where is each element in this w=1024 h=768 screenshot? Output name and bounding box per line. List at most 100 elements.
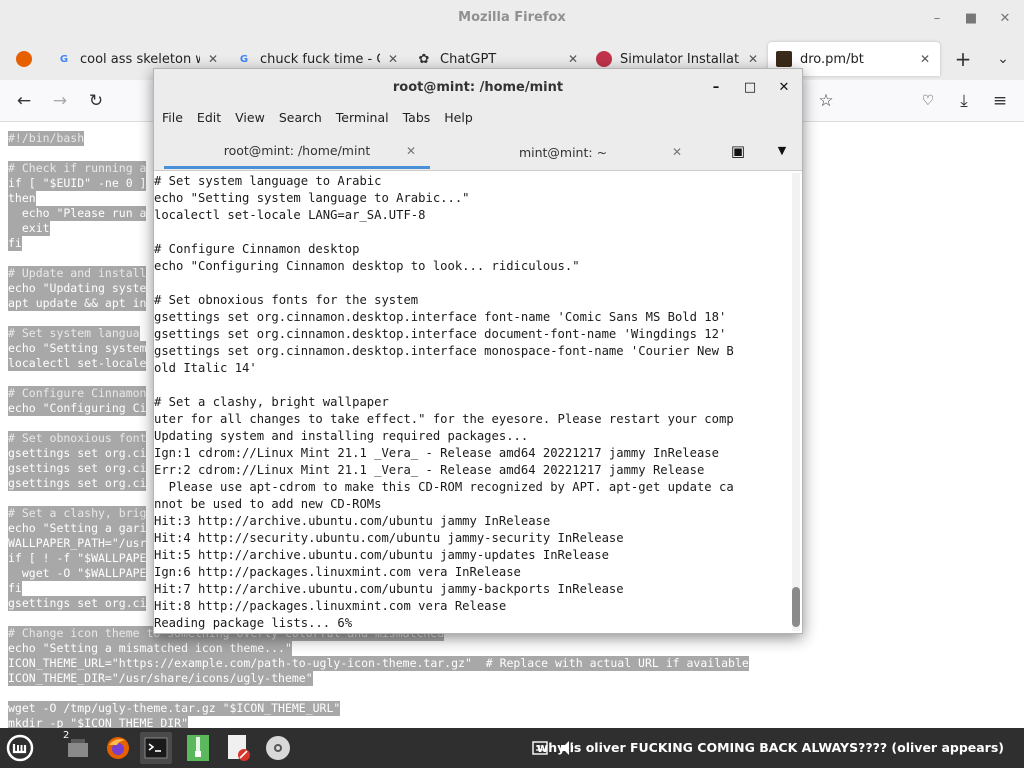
taskbar-disc[interactable] — [262, 732, 294, 764]
page-code-line: echo "Setting a mismatched icon theme...… — [8, 641, 292, 656]
tab-close-icon[interactable]: ✕ — [746, 52, 760, 66]
new-terminal-tab-icon[interactable]: ▣ — [728, 141, 748, 161]
page-code-line: fi — [8, 236, 22, 251]
terminal-tab-mint[interactable]: mint@mint: ~ ✕ — [430, 135, 696, 169]
terminal-tab-root[interactable]: root@mint: /home/mint ✕ — [164, 135, 430, 169]
archive-icon — [187, 735, 209, 761]
terminal-line: localectl set-locale LANG=ar_SA.UTF-8 — [154, 208, 426, 222]
mint-menu-button[interactable] — [4, 732, 36, 764]
tab-close-icon[interactable]: ✕ — [386, 52, 400, 66]
terminal-close-button[interactable]: ✕ — [774, 78, 794, 98]
taskbar-archive-manager[interactable] — [182, 732, 214, 764]
terminal-favicon-icon — [776, 51, 792, 67]
terminal-tab-label: root@mint: /home/mint — [223, 143, 371, 158]
terminal-line: Hit:8 http://packages.linuxmint.com vera… — [154, 599, 507, 613]
page-code-line: echo "Configuring Ci — [8, 401, 147, 416]
page-code-line: localectl set-locale — [8, 356, 147, 371]
page-code-line: # Set system langua — [8, 326, 140, 341]
menu-view[interactable]: View — [235, 107, 273, 131]
page-code-line: mkdir -p "$ICON_THEME_DIR" — [8, 716, 189, 728]
terminal-line: gsettings set org.cinnamon.desktop.inter… — [154, 327, 727, 341]
terminal-scrollbar-thumb[interactable] — [792, 587, 800, 627]
terminal-line: Ign:1 cdrom://Linux Mint 21.1 _Vera_ - R… — [154, 446, 719, 460]
firefox-close-button[interactable]: ✕ — [994, 8, 1016, 30]
chatgpt-icon: ✿ — [418, 51, 430, 67]
terminal-line: Hit:5 http://archive.ubuntu.com/ubuntu j… — [154, 548, 609, 562]
terminal-tab-label: mint@mint: ~ — [518, 144, 608, 160]
page-code-line: WALLPAPER_PATH="/usr — [8, 536, 147, 551]
terminal-line: uter for all changes to take effect." fo… — [154, 412, 734, 426]
terminal-output[interactable]: # Set system language to Arabic echo "Set… — [154, 171, 789, 633]
page-code-line: # Update and install — [8, 266, 147, 281]
taskbar-text-editor[interactable] — [222, 732, 254, 764]
terminal-minimize-button[interactable]: – — [706, 78, 726, 98]
firefox-minimize-button[interactable]: – — [926, 8, 948, 30]
page-code-line: gsettings set org.ci — [8, 446, 147, 461]
pocket-icon[interactable]: ♡ — [916, 89, 940, 113]
terminal-line: Err:2 cdrom://Linux Mint 21.1 _Vera_ - R… — [154, 463, 705, 477]
tab-list-dropdown-icon[interactable]: ▼ — [772, 141, 792, 161]
menu-tabs[interactable]: Tabs — [403, 107, 439, 131]
menu-help[interactable]: Help — [444, 107, 481, 131]
firefox-window-title: Mozilla Firefox — [458, 10, 566, 25]
menu-search[interactable]: Search — [279, 107, 330, 131]
menu-edit[interactable]: Edit — [197, 107, 229, 131]
page-code-line: #!/bin/bash — [8, 131, 85, 146]
terminal-line: old Italic 14' — [154, 361, 257, 375]
tab-label: chuck fuck time - Go — [260, 51, 380, 67]
page-code-line: echo "Setting system — [8, 341, 147, 356]
firefox-maximize-button[interactable]: ■ — [960, 8, 982, 30]
page-code-line: # Check if running a — [8, 161, 147, 176]
terminal-line: # Set system language to Arabic — [154, 174, 382, 188]
reload-icon[interactable]: ↻ — [84, 89, 108, 113]
tab-close-icon[interactable]: ✕ — [566, 52, 580, 66]
page-code-line: ICON_THEME_URL="https://example.com/path… — [8, 656, 749, 671]
page-code-line: # Set a clashy, brig — [8, 506, 147, 521]
tab-close-icon[interactable]: ✕ — [918, 52, 932, 66]
terminal-line: echo "Configuring Cinnamon desktop to lo… — [154, 259, 580, 273]
google-icon: G — [239, 53, 249, 65]
terminal-line: Hit:7 http://archive.ubuntu.com/ubuntu j… — [154, 582, 624, 596]
terminal-tab-close-icon[interactable]: ✕ — [406, 144, 416, 158]
terminal-line: # Configure Cinnamon desktop — [154, 242, 360, 256]
menu-terminal[interactable]: Terminal — [336, 107, 397, 131]
forward-arrow-icon[interactable]: → — [48, 89, 72, 113]
new-tab-plus-icon[interactable]: + — [952, 48, 974, 70]
terminal-scrollbar[interactable] — [792, 173, 800, 631]
firefox-icon — [107, 737, 129, 759]
terminal-line: Please use apt-cdrom to make this CD-ROM… — [154, 480, 734, 494]
tab-label: Simulator Installatio — [620, 51, 740, 67]
terminal-window: root@mint: /home/mint – □ ✕ File Edit Vi… — [153, 68, 803, 634]
list-all-tabs-chevron-icon[interactable]: ⌄ — [992, 48, 1014, 70]
tab-label: dro.pm/bt — [800, 51, 864, 67]
bookmark-star-icon[interactable]: ☆ — [814, 89, 838, 113]
terminal-maximize-button[interactable]: □ — [740, 78, 760, 98]
show-desktop-button[interactable] — [62, 732, 94, 764]
page-code-line: # Set obnoxious font — [8, 431, 147, 446]
window-title-notification[interactable]: why is oliver FUCKING COMING BACK ALWAYS… — [537, 740, 1004, 755]
terminal-line: Hit:4 http://security.ubuntu.com/ubuntu … — [154, 531, 624, 545]
show-desktop-icon — [68, 739, 88, 757]
page-code-line: exit — [8, 221, 50, 236]
terminal-menubar: File Edit View Search Terminal Tabs Help — [154, 107, 802, 131]
terminal-titlebar[interactable]: root@mint: /home/mint – □ ✕ — [154, 69, 802, 107]
firefox-logo-icon — [16, 51, 32, 67]
terminal-line: gsettings set org.cinnamon.desktop.inter… — [154, 344, 734, 358]
hamburger-menu-icon[interactable]: ≡ — [988, 89, 1012, 113]
terminal-line: gsettings set org.cinnamon.desktop.inter… — [154, 310, 727, 324]
firefox-titlebar: Mozilla Firefox – ■ ✕ — [0, 0, 1024, 38]
terminal-line: # Set a clashy, bright wallpaper — [154, 395, 389, 409]
firefox-view-button[interactable] — [8, 42, 36, 76]
terminal-tab-close-icon[interactable]: ✕ — [672, 145, 682, 159]
downloads-icon[interactable]: ⤓ — [952, 89, 976, 113]
terminal-line: Hit:3 http://archive.ubuntu.com/ubuntu j… — [154, 514, 551, 528]
menu-file[interactable]: File — [162, 107, 191, 131]
taskbar-firefox[interactable] — [102, 732, 134, 764]
back-arrow-icon[interactable]: ← — [12, 89, 36, 113]
tab-close-icon[interactable]: ✕ — [206, 52, 220, 66]
page-code-line: gsettings set org.ci — [8, 476, 147, 491]
taskbar-terminal[interactable] — [140, 732, 172, 764]
terminal-tab-bar: root@mint: /home/mint ✕ mint@mint: ~ ✕ ▣… — [154, 131, 802, 171]
terminal-line: nnot be used to add new CD-ROMs — [154, 497, 382, 511]
